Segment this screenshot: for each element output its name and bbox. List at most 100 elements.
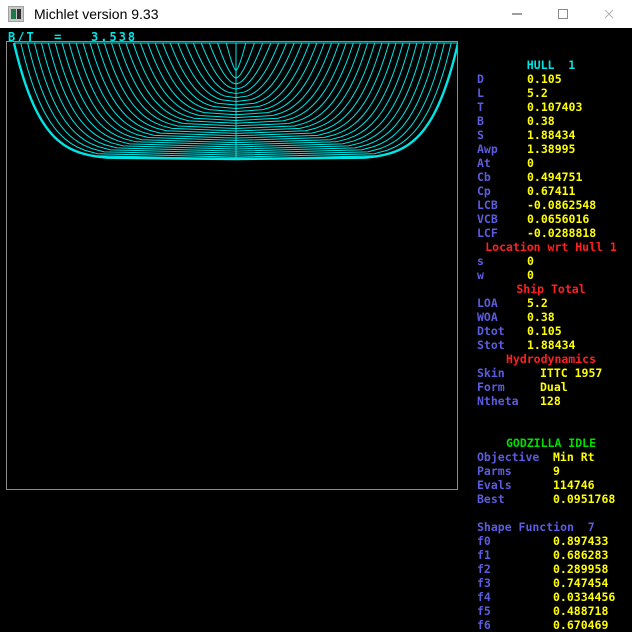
hydrodynamics-param-label: Ntheta — [477, 394, 519, 408]
location-param-label: w — [477, 268, 484, 282]
ship-total-param-row: LOA 5.2 — [470, 296, 632, 310]
shape-coefficient-label: f4 — [477, 590, 491, 604]
shape-function-header: Shape Function 7 — [477, 520, 595, 534]
hull-body-plan[interactable] — [6, 41, 458, 490]
ship-total-param-row: Dtot 0.105 — [470, 324, 632, 338]
ship-total-param-value: 5.2 — [527, 296, 548, 310]
godzilla-param-row: Evals 114746 — [470, 478, 632, 492]
hydrodynamics-param-row: Form Dual — [470, 380, 632, 394]
hull-param-value: 0 — [527, 156, 534, 170]
window-titlebar: Michlet version 9.33 — [0, 0, 632, 28]
hull-param-label: Cb — [477, 170, 491, 184]
godzilla-param-label: Evals — [477, 478, 512, 492]
hydrodynamics-param-value: ITTC 1957 — [540, 366, 603, 380]
hull-param-row: Cb 0.494751 — [470, 170, 632, 184]
godzilla-param-value: 9 — [553, 464, 560, 478]
hull-param-value: 0.494751 — [527, 170, 583, 184]
shape-coefficient-row: f2 0.289958 — [470, 562, 632, 576]
hull-param-value: 0.38 — [527, 114, 555, 128]
ship-total-param-value: 0.38 — [527, 310, 555, 324]
hull-param-label: L — [477, 86, 484, 100]
hull-param-row: LCB -0.0862548 — [470, 198, 632, 212]
hydrodynamics-param-label: Form — [477, 380, 505, 394]
hull-param-label: B — [477, 114, 484, 128]
shape-coefficient-value: 0.289958 — [553, 562, 609, 576]
close-button[interactable] — [586, 0, 632, 28]
shape-coefficient-label: f2 — [477, 562, 491, 576]
ship-total-param-label: Dtot — [477, 324, 505, 338]
hydrodynamics-param-label: Skin — [477, 366, 505, 380]
hull-param-label: S — [477, 128, 484, 142]
hull-param-row: B 0.38 — [470, 114, 632, 128]
maximize-button[interactable] — [540, 0, 586, 28]
hull-header: HULL 1 — [526, 58, 576, 72]
hull-param-value: -0.0862548 — [527, 198, 597, 212]
hydrodynamics-param-value: Dual — [540, 380, 568, 394]
hull-param-row: VCB 0.0656016 — [470, 212, 632, 226]
location-param-value: 0 — [527, 254, 534, 268]
shape-coefficient-value: 0.747454 — [553, 576, 609, 590]
godzilla-param-value: 0.0951768 — [553, 492, 616, 506]
shape-coefficient-row: f1 0.686283 — [470, 548, 632, 562]
hull-param-value: -0.0288818 — [527, 226, 597, 240]
hydrodynamics-header: Hydrodynamics — [505, 352, 596, 366]
shape-coefficient-label: f0 — [477, 534, 491, 548]
hull-param-row: S 1.88434 — [470, 128, 632, 142]
location-param-row: s0 — [470, 254, 632, 268]
godzilla-header: GODZILLA IDLE — [505, 436, 596, 450]
hull-param-value: 0.107403 — [527, 100, 583, 114]
godzilla-param-value: 114746 — [553, 478, 595, 492]
hydrodynamics-param-value: 128 — [540, 394, 561, 408]
ship-total-param-label: WOA — [477, 310, 498, 324]
hull-param-label: Awp — [477, 142, 498, 156]
shape-coefficient-value: 0.897433 — [553, 534, 609, 548]
hull-sections-svg — [12, 42, 457, 161]
shape-coefficient-label: f6 — [477, 618, 491, 632]
ship-total-param-label: LOA — [477, 296, 498, 310]
shape-coefficient-value: 0.670469 — [553, 618, 609, 632]
hull-param-label: Cp — [477, 184, 491, 198]
shape-coefficient-value: 0.686283 — [553, 548, 609, 562]
hull-param-row: L 5.2 — [470, 86, 632, 100]
maximize-icon — [558, 9, 568, 19]
hull-param-label: D — [477, 72, 484, 86]
shape-coefficient-row: f6 0.670469 — [470, 618, 632, 632]
hull-param-row: Cp 0.67411 — [470, 184, 632, 198]
location-param-row: w0 — [470, 268, 632, 282]
location-param-label: s — [477, 254, 484, 268]
shape-coefficient-row: f0 0.897433 — [470, 534, 632, 548]
hull-param-row: D 0.105 — [470, 72, 632, 86]
shape-coefficient-value: 0.0334456 — [553, 590, 616, 604]
godzilla-param-label: Objective — [477, 450, 540, 464]
michlet-app-icon — [8, 6, 24, 22]
ship-total-header: Ship Total — [516, 282, 586, 296]
hydrodynamics-param-row: Ntheta 128 — [470, 394, 632, 408]
ship-total-param-value: 1.88434 — [527, 338, 576, 352]
hull-param-label: LCB — [477, 198, 498, 212]
godzilla-param-label: Best — [477, 492, 505, 506]
godzilla-param-row: Best 0.0951768 — [470, 492, 632, 506]
hull-param-label: T — [477, 100, 484, 114]
ship-total-param-value: 0.105 — [527, 324, 562, 338]
minimize-icon — [512, 13, 522, 15]
workspace: B/T = 3.538 HULL 1 D 0.105 L 5.2 T 0.107403 B 0.… — [0, 28, 632, 632]
shape-coefficient-label: f1 — [477, 548, 491, 562]
hull-param-label: LCF — [477, 226, 498, 240]
location-param-value: 0 — [527, 268, 534, 282]
hull-param-value: 5.2 — [527, 86, 548, 100]
godzilla-param-label: Parms — [477, 464, 512, 478]
shape-coefficient-label: f3 — [477, 576, 491, 590]
shape-coefficient-label: f5 — [477, 604, 491, 618]
hull-param-row: T 0.107403 — [470, 100, 632, 114]
minimize-button[interactable] — [494, 0, 540, 28]
godzilla-param-value: Min Rt — [553, 450, 595, 464]
hull-param-row: At 0 — [470, 156, 632, 170]
hydrodynamics-param-row: Skin ITTC 1957 — [470, 366, 632, 380]
hull-param-label: At — [477, 156, 491, 170]
godzilla-param-row: Parms 9 — [470, 464, 632, 478]
hull-param-row: Awp 1.38995 — [470, 142, 632, 156]
shape-coefficient-row: f4 0.0334456 — [470, 590, 632, 604]
hull-param-value: 1.88434 — [527, 128, 576, 142]
close-icon — [604, 9, 614, 19]
shape-coefficient-row: f5 0.488718 — [470, 604, 632, 618]
